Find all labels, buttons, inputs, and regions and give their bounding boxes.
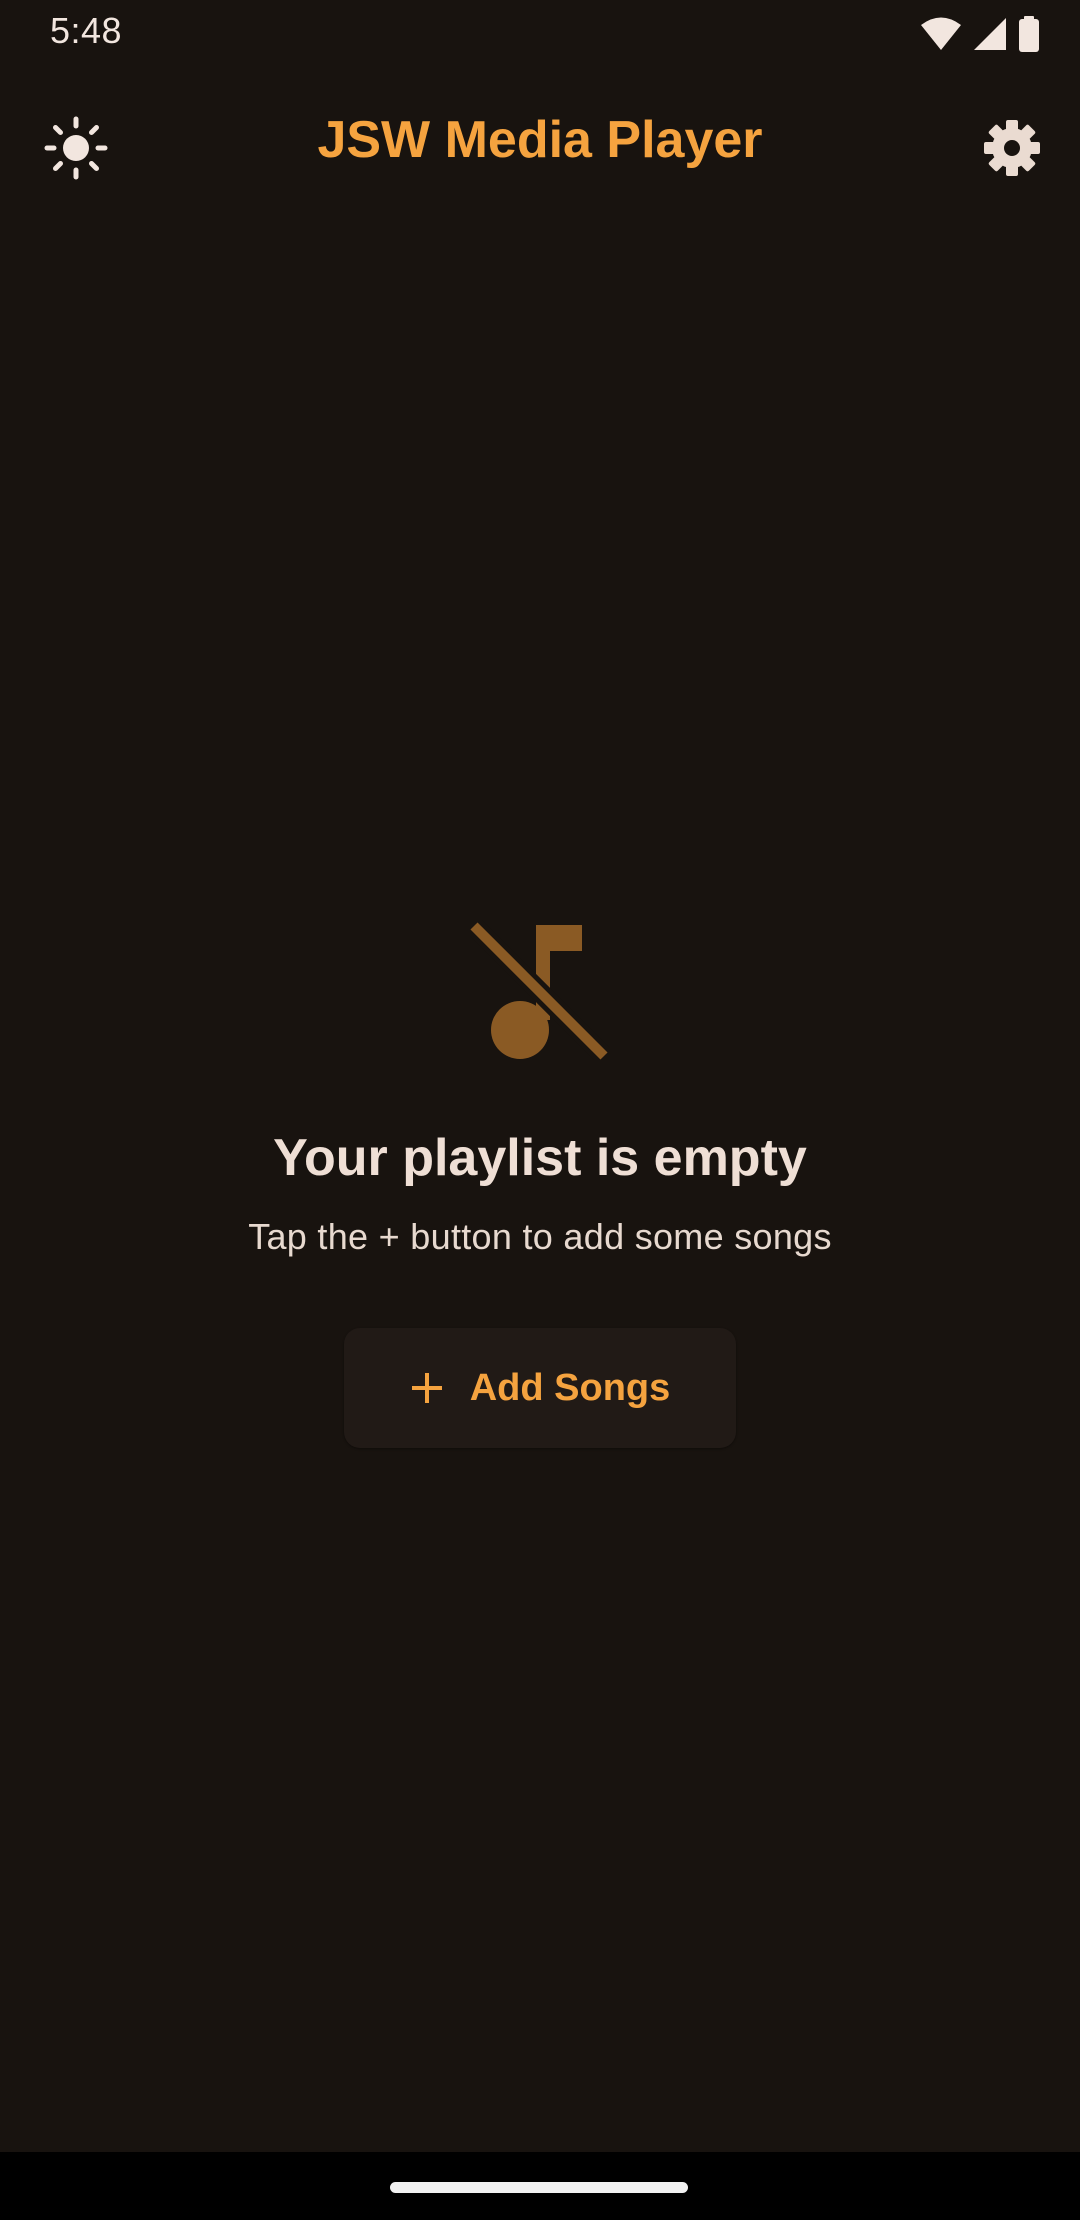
settings-button[interactable] [972,108,1052,188]
status-bar: 5:48 [0,0,1080,66]
app-bar: JSW Media Player [0,80,1080,208]
empty-playlist-state: Your playlist is empty Tap the + button … [0,920,1080,1448]
cellular-signal-icon [974,18,1006,50]
brightness-icon [44,116,108,180]
plus-icon [411,1373,442,1403]
home-gesture-handle[interactable] [390,2182,688,2193]
battery-icon [1019,16,1039,52]
add-songs-button[interactable]: Add Songs [344,1328,736,1448]
gesture-navigation-bar [0,2152,1080,2220]
theme-toggle-button[interactable] [36,108,116,188]
gear-icon [984,120,1040,176]
wifi-icon [921,17,961,50]
app-title: JSW Media Player [317,111,763,169]
empty-title: Your playlist is empty [273,1129,807,1187]
add-songs-label: Add Songs [469,1366,671,1409]
status-time: 5:48 [50,10,123,51]
status-icons [920,14,1040,54]
screen: 5:48 JSW Media Player Your playlist is e… [0,0,1080,2220]
music-off-icon [470,920,610,1060]
empty-subtitle: Tap the + button to add some songs [248,1216,832,1257]
